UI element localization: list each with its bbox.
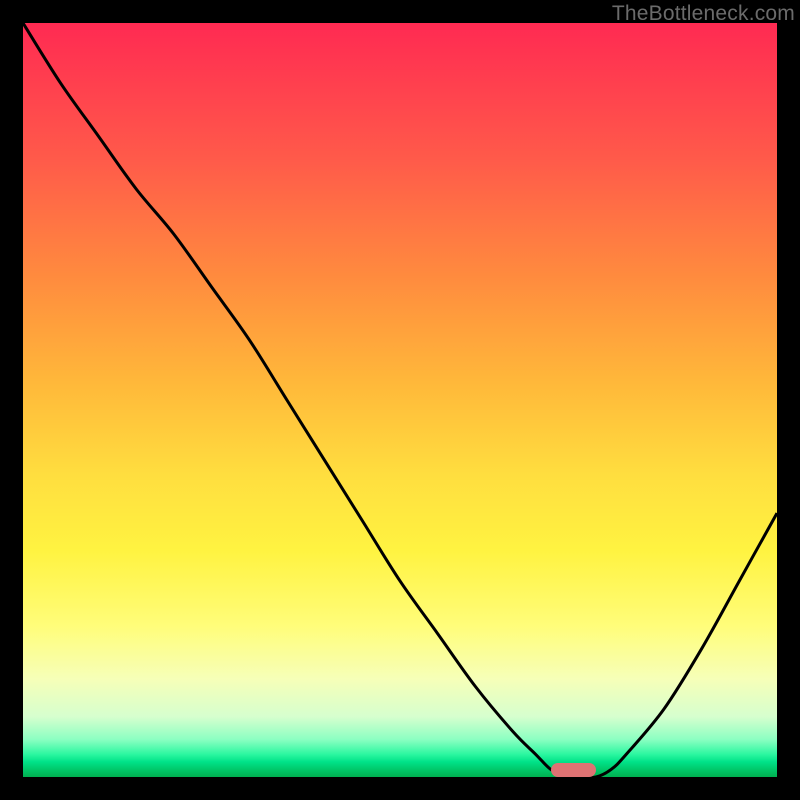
chart-plot-area	[23, 23, 777, 777]
optimum-marker	[551, 763, 596, 777]
watermark-text: TheBottleneck.com	[612, 2, 795, 26]
